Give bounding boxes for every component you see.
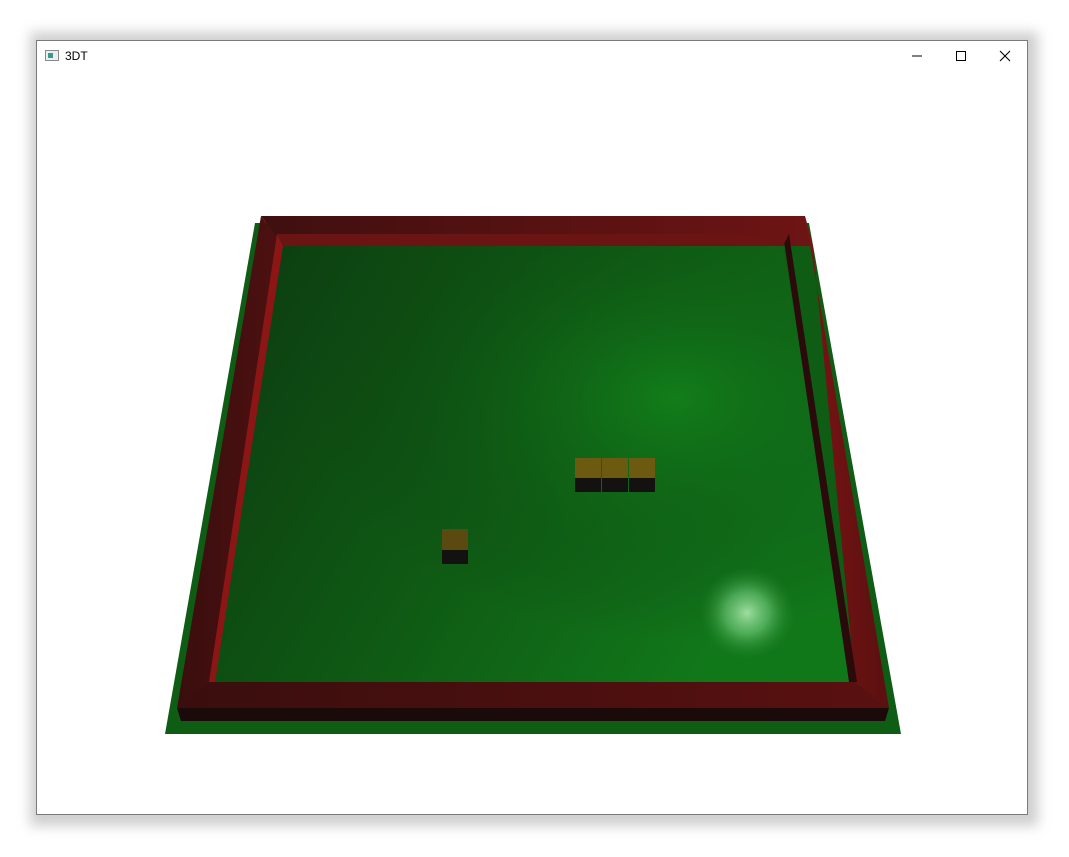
window-title: 3DT <box>65 49 88 63</box>
app-icon <box>45 50 59 61</box>
wall-top-front <box>177 682 889 708</box>
maximize-button[interactable] <box>939 41 983 71</box>
snake-segment <box>629 458 655 492</box>
game-scene <box>165 216 901 734</box>
maximize-icon <box>956 51 966 61</box>
close-button[interactable] <box>983 41 1027 71</box>
wall-front-face <box>177 708 889 721</box>
food-block <box>442 529 468 564</box>
snake-segment <box>575 458 601 492</box>
app-window: 3DT <box>36 40 1028 815</box>
wall-inner-back <box>277 234 789 246</box>
minimize-button[interactable] <box>895 41 939 71</box>
light-glow <box>699 567 795 659</box>
snake <box>575 458 655 492</box>
title-bar[interactable]: 3DT <box>37 41 1027 72</box>
minimize-icon <box>912 55 922 57</box>
close-icon <box>999 50 1011 62</box>
game-viewport[interactable] <box>37 72 1027 814</box>
snake-segment <box>602 458 628 492</box>
